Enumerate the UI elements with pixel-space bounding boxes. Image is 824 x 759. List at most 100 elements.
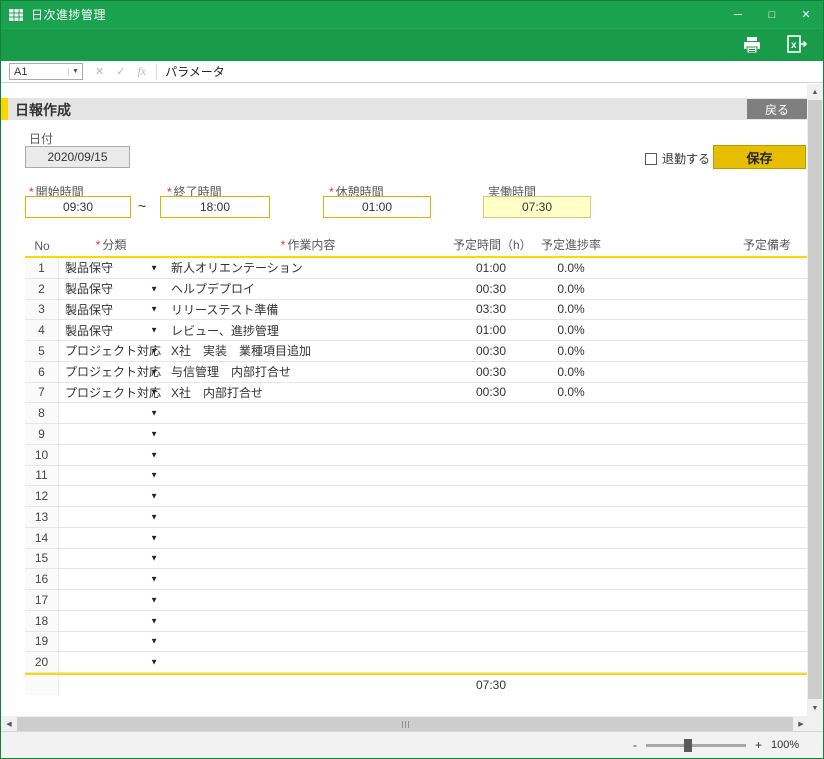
category-cell[interactable]: ▼: [59, 507, 163, 527]
content-cell[interactable]: [163, 590, 453, 610]
fx-icon[interactable]: fx: [137, 64, 146, 79]
category-cell[interactable]: プロジェクト対応 ▼: [59, 362, 163, 382]
chevron-down-icon[interactable]: ▼: [150, 575, 158, 584]
content-cell[interactable]: [163, 424, 453, 444]
planned-note-cell[interactable]: [613, 445, 807, 465]
category-cell[interactable]: プロジェクト対応 ▼: [59, 383, 163, 403]
planned-progress-cell[interactable]: [529, 549, 613, 569]
planned-time-cell[interactable]: 01:00: [453, 258, 529, 278]
vertical-scrollbar[interactable]: ▲ ▼: [807, 84, 823, 716]
planned-time-cell[interactable]: [453, 466, 529, 486]
category-cell[interactable]: ▼: [59, 466, 163, 486]
planned-progress-cell[interactable]: [529, 652, 613, 672]
content-cell[interactable]: [163, 569, 453, 589]
planned-progress-cell[interactable]: [529, 507, 613, 527]
confirm-icon[interactable]: ✓: [116, 65, 125, 78]
planned-note-cell[interactable]: [613, 632, 807, 652]
planned-progress-cell[interactable]: [529, 590, 613, 610]
content-cell[interactable]: [163, 507, 453, 527]
chevron-down-icon[interactable]: ▼: [150, 554, 158, 563]
category-cell[interactable]: ▼: [59, 445, 163, 465]
content-cell[interactable]: X社 内部打合せ: [163, 383, 453, 403]
zoom-slider-thumb[interactable]: [684, 739, 692, 752]
chevron-down-icon[interactable]: ▼: [150, 658, 158, 667]
planned-note-cell[interactable]: [613, 549, 807, 569]
content-cell[interactable]: [163, 528, 453, 548]
content-cell[interactable]: リリーステスト準備: [163, 300, 453, 320]
chevron-down-icon[interactable]: ▼: [150, 326, 158, 335]
planned-note-cell[interactable]: [613, 258, 807, 278]
category-cell[interactable]: ▼: [59, 569, 163, 589]
chevron-down-icon[interactable]: ▼: [150, 595, 158, 604]
planned-time-cell[interactable]: 03:30: [453, 300, 529, 320]
cell-reference-box[interactable]: A1 ▼: [9, 63, 83, 80]
planned-time-cell[interactable]: [453, 611, 529, 631]
planned-note-cell[interactable]: [613, 403, 807, 423]
category-cell[interactable]: ▼: [59, 632, 163, 652]
checkbox-icon[interactable]: [645, 153, 657, 165]
planned-time-cell[interactable]: [453, 403, 529, 423]
planned-time-cell[interactable]: 00:30: [453, 341, 529, 361]
start-time-field[interactable]: 09:30: [25, 196, 131, 218]
zoom-in-button[interactable]: +: [755, 738, 762, 752]
content-cell[interactable]: ヘルプデプロイ: [163, 279, 453, 299]
category-cell[interactable]: プロジェクト対応 ▼: [59, 341, 163, 361]
cancel-icon[interactable]: ✕: [95, 65, 104, 78]
category-cell[interactable]: 製品保守 ▼: [59, 258, 163, 278]
content-cell[interactable]: [163, 632, 453, 652]
planned-time-cell[interactable]: [453, 486, 529, 506]
minimize-button[interactable]: ─: [721, 1, 755, 28]
chevron-down-icon[interactable]: ▼: [150, 471, 158, 480]
scroll-left-icon[interactable]: ◀: [1, 716, 17, 732]
planned-progress-cell[interactable]: 0.0%: [529, 258, 613, 278]
planned-progress-cell[interactable]: [529, 486, 613, 506]
content-cell[interactable]: [163, 403, 453, 423]
content-cell[interactable]: [163, 549, 453, 569]
planned-progress-cell[interactable]: 0.0%: [529, 341, 613, 361]
planned-time-cell[interactable]: [453, 632, 529, 652]
planned-progress-cell[interactable]: [529, 466, 613, 486]
planned-progress-cell[interactable]: [529, 445, 613, 465]
planned-progress-cell[interactable]: [529, 403, 613, 423]
category-cell[interactable]: 製品保守 ▼: [59, 320, 163, 340]
chevron-down-icon[interactable]: ▼: [150, 409, 158, 418]
planned-time-cell[interactable]: [453, 445, 529, 465]
category-cell[interactable]: ▼: [59, 549, 163, 569]
excel-export-button[interactable]: x: [783, 33, 809, 57]
maximize-button[interactable]: □: [755, 1, 789, 28]
planned-progress-cell[interactable]: [529, 528, 613, 548]
chevron-down-icon[interactable]: ▼: [150, 346, 158, 355]
planned-time-cell[interactable]: 01:00: [453, 320, 529, 340]
planned-time-cell[interactable]: [453, 424, 529, 444]
chevron-down-icon[interactable]: ▼: [150, 533, 158, 542]
category-cell[interactable]: 製品保守 ▼: [59, 279, 163, 299]
category-cell[interactable]: ▼: [59, 486, 163, 506]
clockout-checkbox[interactable]: 退勤する: [645, 150, 710, 167]
chevron-down-icon[interactable]: ▼: [150, 263, 158, 272]
content-cell[interactable]: X社 実装 業種項目追加: [163, 341, 453, 361]
planned-note-cell[interactable]: [613, 611, 807, 631]
chevron-down-icon[interactable]: ▼: [150, 512, 158, 521]
vertical-scrollbar-thumb[interactable]: [808, 100, 822, 699]
planned-time-cell[interactable]: 00:30: [453, 279, 529, 299]
chevron-down-icon[interactable]: ▼: [150, 616, 158, 625]
scroll-up-icon[interactable]: ▲: [807, 84, 823, 100]
planned-note-cell[interactable]: [613, 362, 807, 382]
end-time-field[interactable]: 18:00: [160, 196, 270, 218]
planned-time-cell[interactable]: [453, 569, 529, 589]
planned-progress-cell[interactable]: 0.0%: [529, 320, 613, 340]
category-cell[interactable]: ▼: [59, 611, 163, 631]
category-cell[interactable]: ▼: [59, 590, 163, 610]
chevron-down-icon[interactable]: ▼: [150, 367, 158, 376]
chevron-down-icon[interactable]: ▼: [150, 492, 158, 501]
chevron-down-icon[interactable]: ▼: [150, 637, 158, 646]
planned-note-cell[interactable]: [613, 320, 807, 340]
planned-note-cell[interactable]: [613, 279, 807, 299]
planned-note-cell[interactable]: [613, 486, 807, 506]
planned-progress-cell[interactable]: [529, 632, 613, 652]
planned-time-cell[interactable]: 00:30: [453, 362, 529, 382]
planned-note-cell[interactable]: [613, 652, 807, 672]
content-cell[interactable]: [163, 611, 453, 631]
category-cell[interactable]: 製品保守 ▼: [59, 300, 163, 320]
content-cell[interactable]: [163, 652, 453, 672]
